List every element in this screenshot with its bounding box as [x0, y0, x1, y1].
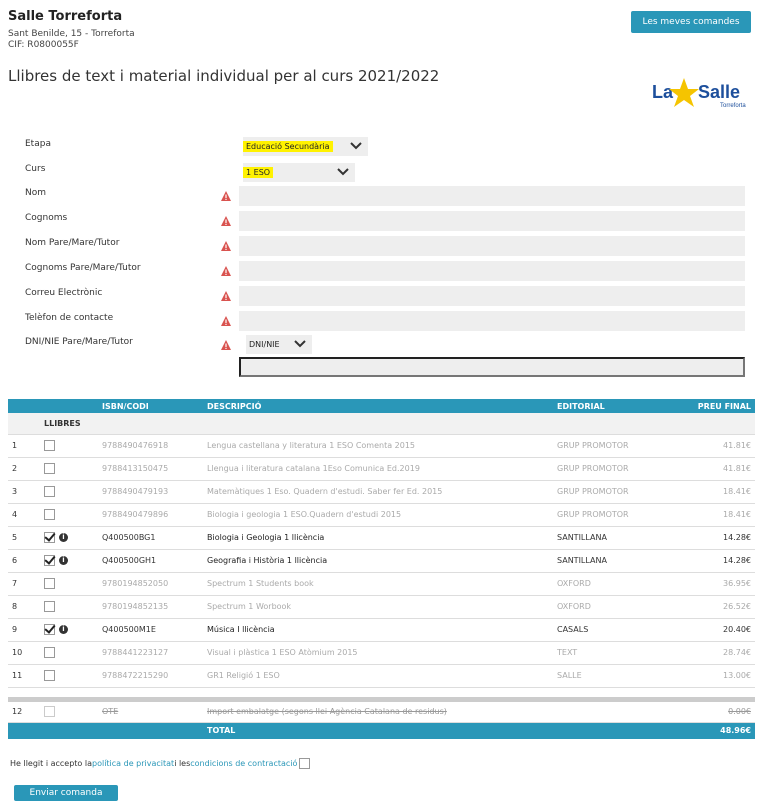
section-label: LLIBRES [40, 413, 755, 435]
separator-row [8, 687, 755, 702]
row-checkbox[interactable] [44, 624, 55, 635]
consent-checkbox[interactable] [299, 758, 311, 769]
curs-select[interactable]: 1 ESO [243, 163, 355, 182]
etapa-label: Etapa [25, 139, 51, 149]
info-icon[interactable]: i [59, 625, 68, 634]
row-checkbox[interactable] [44, 555, 55, 566]
consent-line: He llegit i accepto la política de priva… [10, 758, 311, 769]
nom-input[interactable] [239, 186, 745, 206]
cognoms-input[interactable] [239, 211, 745, 231]
terms-link[interactable]: condicions de contractació [190, 759, 297, 768]
warning-icon [221, 241, 231, 251]
cognoms-tutor-label: Cognoms Pare/Mare/Tutor [25, 263, 141, 273]
school-name: Salle Torreforta [8, 9, 123, 24]
privacy-policy-link[interactable]: política de privacitat [92, 759, 174, 768]
warning-icon [221, 291, 231, 301]
total-row: TOTAL 48.96€ [8, 722, 755, 739]
table-header: ISBN/CODI DESCRIPCIÓ EDITORIAL PREU FINA… [8, 399, 755, 413]
cognoms-tutor-input[interactable] [239, 261, 745, 281]
phone-label: Telèfon de contacte [25, 313, 114, 323]
etapa-value: Educació Secundària [243, 141, 333, 152]
my-orders-button[interactable]: Les meves comandes [631, 11, 751, 33]
svg-text:La: La [652, 82, 674, 102]
row-checkbox[interactable] [44, 647, 55, 658]
row-checkbox[interactable] [44, 578, 55, 589]
table-row: 11 9788472215290 GR1 Religió 1 ESO SALLE… [8, 664, 755, 688]
send-order-button[interactable]: Enviar comanda [14, 785, 118, 801]
products-table: ISBN/CODI DESCRIPCIÓ EDITORIAL PREU FINA… [8, 399, 755, 739]
dni-type-value: DNI/NIE [249, 340, 280, 349]
row-checkbox[interactable] [44, 509, 55, 520]
warning-icon [221, 316, 231, 326]
row-checkbox[interactable] [44, 532, 55, 543]
info-icon[interactable]: i [59, 533, 68, 542]
header-price: PREU FINAL [683, 399, 755, 413]
chevron-down-icon [294, 340, 306, 348]
svg-text:Salle: Salle [698, 82, 740, 102]
row-checkbox[interactable] [44, 463, 55, 474]
cognoms-label: Cognoms [25, 213, 68, 223]
table-row: 5 i Q400500BG1 Biologia i Geologia 1 lli… [8, 526, 755, 550]
star-icon [669, 78, 699, 107]
curs-value: 1 ESO [243, 167, 274, 178]
page-title: Llibres de text i material individual pe… [8, 67, 440, 85]
row-checkbox-disabled [44, 706, 55, 717]
table-row: 8 9780194852135 Spectrum 1 Worbook OXFOR… [8, 595, 755, 619]
phone-input[interactable] [239, 311, 745, 331]
warning-icon [221, 216, 231, 226]
chevron-down-icon [350, 142, 362, 150]
table-row: 10 9788441223127 Visual i plàstica 1 ESO… [8, 641, 755, 665]
chevron-down-icon [337, 168, 349, 176]
table-row: 3 9788490479193 Matemàtiques 1 Eso. Quad… [8, 480, 755, 504]
header-desc: DESCRIPCIÓ [203, 399, 553, 413]
dni-label: DNI/NIE Pare/Mare/Tutor [25, 337, 133, 347]
nom-tutor-input[interactable] [239, 236, 745, 256]
table-row: 1 9788490476918 Lengua castellana y lite… [8, 434, 755, 458]
email-input[interactable] [239, 286, 745, 306]
la-salle-logo: La Salle Torreforta [650, 76, 757, 112]
table-row: 9 i Q400500M1E Música I llicència CASALS… [8, 618, 755, 642]
table-row: 6 i Q400500GH1 Geografia i Història 1 ll… [8, 549, 755, 573]
section-row: LLIBRES [8, 413, 755, 435]
packaging-row: 12 OTE Import embalatge (segons llei Agè… [8, 699, 755, 723]
header-editorial: EDITORIAL [553, 399, 683, 413]
nom-tutor-label: Nom Pare/Mare/Tutor [25, 238, 120, 248]
email-label: Correu Electrònic [25, 288, 103, 298]
school-cif: CIF: R0800055F [8, 40, 79, 50]
total-value: 48.96€ [683, 722, 755, 739]
row-checkbox[interactable] [44, 440, 55, 451]
warning-icon [221, 266, 231, 276]
dni-input[interactable] [239, 357, 745, 377]
school-address: Sant Benilde, 15 - Torreforta [8, 29, 135, 39]
table-row: 4 9788490479896 Biologia i geologia 1 ES… [8, 503, 755, 527]
row-checkbox[interactable] [44, 670, 55, 681]
header-isbn: ISBN/CODI [98, 399, 203, 413]
total-label: TOTAL [203, 722, 553, 739]
nom-label: Nom [25, 188, 47, 198]
warning-icon [221, 340, 231, 350]
warning-icon [221, 191, 231, 201]
curs-label: Curs [25, 164, 46, 174]
row-checkbox[interactable] [44, 601, 55, 612]
svg-text:Torreforta: Torreforta [720, 103, 746, 109]
table-row: 2 9788413150475 Llengua i literatura cat… [8, 457, 755, 481]
dni-type-select[interactable]: DNI/NIE [246, 335, 312, 354]
info-icon[interactable]: i [59, 556, 68, 565]
row-checkbox[interactable] [44, 486, 55, 497]
table-row: 7 9780194852050 Spectrum 1 Students book… [8, 572, 755, 596]
etapa-select[interactable]: Educació Secundària [243, 137, 368, 156]
